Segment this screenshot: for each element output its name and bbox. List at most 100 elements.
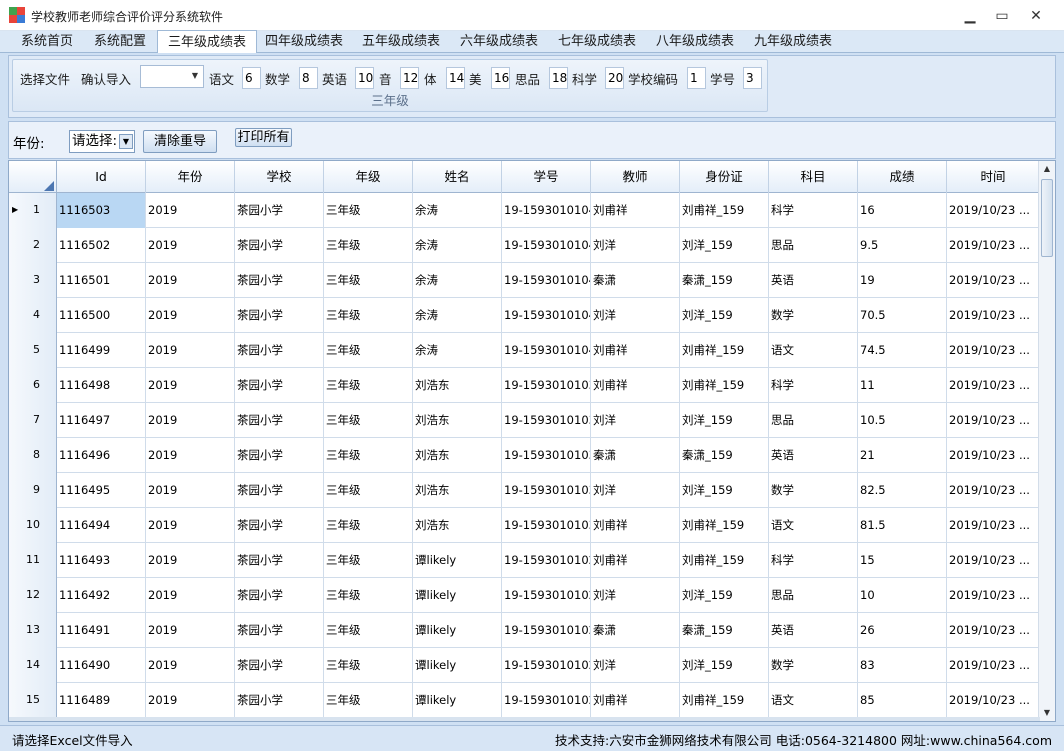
cell-school[interactable]: 茶园小学 xyxy=(235,228,324,263)
cell-id-card[interactable]: 刘洋_159 xyxy=(680,578,769,613)
field-input-science[interactable]: 20 xyxy=(605,67,624,89)
close-icon[interactable]: ✕ xyxy=(1024,6,1048,26)
cell-id-card[interactable]: 刘甫祥_159 xyxy=(680,508,769,543)
tab-grade7[interactable]: 七年级成绩表 xyxy=(548,31,646,53)
row-header[interactable]: ▶ 1 xyxy=(9,193,57,228)
cell-year[interactable]: 2019 xyxy=(146,298,235,333)
cell-id-card[interactable]: 秦潇_159 xyxy=(680,438,769,473)
cell-student-no[interactable]: 19-1593010102 xyxy=(502,543,591,578)
cell-subject[interactable]: 科学 xyxy=(769,193,858,228)
cell-id[interactable]: 1116499 xyxy=(57,333,146,368)
cell-student-no[interactable]: 19-1593010102 xyxy=(502,683,591,718)
column-header-score[interactable]: 成绩 xyxy=(858,161,947,193)
cell-subject[interactable]: 数学 xyxy=(769,473,858,508)
table-row[interactable]: 14 1116490 2019 茶园小学 三年级 谭likely 19-1593010102… xyxy=(9,648,1040,683)
column-header-time[interactable]: 时间 xyxy=(947,161,1040,193)
field-input-pe[interactable]: 14 xyxy=(446,67,465,89)
cell-score[interactable]: 82.5 xyxy=(858,473,947,508)
field-input-school-code[interactable]: 1 xyxy=(687,67,706,89)
cell-subject[interactable]: 科学 xyxy=(769,543,858,578)
cell-time[interactable]: 2019/10/23 ... xyxy=(947,648,1040,683)
cell-id[interactable]: 1116502 xyxy=(57,228,146,263)
cell-grade[interactable]: 三年级 xyxy=(324,613,413,648)
field-input-chinese[interactable]: 6 xyxy=(242,67,261,89)
tab-grade6[interactable]: 六年级成绩表 xyxy=(450,31,548,53)
field-input-ethics[interactable]: 18 xyxy=(549,67,568,89)
cell-subject[interactable]: 语文 xyxy=(769,683,858,718)
cell-student-no[interactable]: 19-1593010103 xyxy=(502,403,591,438)
select-file-button[interactable]: 选择文件 xyxy=(20,69,70,88)
cell-teacher[interactable]: 刘甫祥 xyxy=(591,333,680,368)
cell-name[interactable]: 刘浩东 xyxy=(413,403,502,438)
row-header[interactable]: 4 xyxy=(9,298,57,333)
cell-school[interactable]: 茶园小学 xyxy=(235,613,324,648)
cell-time[interactable]: 2019/10/23 ... xyxy=(947,228,1040,263)
cell-subject[interactable]: 英语 xyxy=(769,438,858,473)
cell-score[interactable]: 15 xyxy=(858,543,947,578)
cell-school[interactable]: 茶园小学 xyxy=(235,298,324,333)
cell-student-no[interactable]: 19-1593010103 xyxy=(502,438,591,473)
column-header-grade[interactable]: 年级 xyxy=(324,161,413,193)
cell-subject[interactable]: 英语 xyxy=(769,613,858,648)
cell-id[interactable]: 1116496 xyxy=(57,438,146,473)
table-row[interactable]: ▶ 1 1116503 2019 茶园小学 三年级 余涛 19-1593010104 刘甫祥 刘甫… xyxy=(9,193,1040,228)
cell-school[interactable]: 茶园小学 xyxy=(235,508,324,543)
cell-teacher[interactable]: 刘洋 xyxy=(591,403,680,438)
cell-id-card[interactable]: 刘甫祥_159 xyxy=(680,683,769,718)
scores-grid[interactable]: Id 年份 学校 年级 姓名 学号 教师 身份证 科目 成绩 时间 ▶ 1 1116503 2019 茶园小… xyxy=(8,160,1056,722)
horizontal-scrollbar[interactable] xyxy=(9,717,1040,721)
tab-grade9[interactable]: 九年级成绩表 xyxy=(744,31,842,53)
cell-school[interactable]: 茶园小学 xyxy=(235,193,324,228)
cell-id-card[interactable]: 刘洋_159 xyxy=(680,648,769,683)
cell-name[interactable]: 余涛 xyxy=(413,298,502,333)
field-input-art[interactable]: 16 xyxy=(491,67,510,89)
cell-id[interactable]: 1116493 xyxy=(57,543,146,578)
cell-id[interactable]: 1116490 xyxy=(57,648,146,683)
cell-time[interactable]: 2019/10/23 ... xyxy=(947,368,1040,403)
table-row[interactable]: 13 1116491 2019 茶园小学 三年级 谭likely 19-1593010102… xyxy=(9,613,1040,648)
row-header[interactable]: 9 xyxy=(9,473,57,508)
cell-teacher[interactable]: 秦潇 xyxy=(591,613,680,648)
row-header[interactable]: 8 xyxy=(9,438,57,473)
cell-name[interactable]: 余涛 xyxy=(413,193,502,228)
cell-teacher[interactable]: 刘洋 xyxy=(591,298,680,333)
cell-id[interactable]: 1116498 xyxy=(57,368,146,403)
cell-school[interactable]: 茶园小学 xyxy=(235,683,324,718)
cell-year[interactable]: 2019 xyxy=(146,683,235,718)
cell-year[interactable]: 2019 xyxy=(146,193,235,228)
cell-time[interactable]: 2019/10/23 ... xyxy=(947,193,1040,228)
column-header-year[interactable]: 年份 xyxy=(146,161,235,193)
column-header-student-no[interactable]: 学号 xyxy=(502,161,591,193)
cell-teacher[interactable]: 刘甫祥 xyxy=(591,193,680,228)
tab-grade8[interactable]: 八年级成绩表 xyxy=(646,31,744,53)
column-header-name[interactable]: 姓名 xyxy=(413,161,502,193)
cell-name[interactable]: 刘浩东 xyxy=(413,473,502,508)
year-select[interactable]: 请选择: ▼ xyxy=(69,130,135,153)
row-header[interactable]: 2 xyxy=(9,228,57,263)
row-header[interactable]: 13 xyxy=(9,613,57,648)
scroll-up-icon[interactable]: ▲ xyxy=(1039,161,1055,177)
column-header-id-card[interactable]: 身份证 xyxy=(680,161,769,193)
cell-score[interactable]: 74.5 xyxy=(858,333,947,368)
cell-subject[interactable]: 思品 xyxy=(769,578,858,613)
cell-subject[interactable]: 科学 xyxy=(769,368,858,403)
cell-score[interactable]: 9.5 xyxy=(858,228,947,263)
cell-id-card[interactable]: 刘洋_159 xyxy=(680,228,769,263)
column-header-school[interactable]: 学校 xyxy=(235,161,324,193)
cell-school[interactable]: 茶园小学 xyxy=(235,578,324,613)
cell-name[interactable]: 刘浩东 xyxy=(413,438,502,473)
cell-year[interactable]: 2019 xyxy=(146,368,235,403)
cell-id[interactable]: 1116500 xyxy=(57,298,146,333)
grid-corner[interactable] xyxy=(9,161,57,193)
cell-teacher[interactable]: 刘甫祥 xyxy=(591,508,680,543)
cell-subject[interactable]: 思品 xyxy=(769,403,858,438)
cell-year[interactable]: 2019 xyxy=(146,473,235,508)
cell-time[interactable]: 2019/10/23 ... xyxy=(947,438,1040,473)
tab-home[interactable]: 系统首页 xyxy=(11,31,83,53)
cell-score[interactable]: 10 xyxy=(858,578,947,613)
tab-grade5[interactable]: 五年级成绩表 xyxy=(352,31,450,53)
cell-grade[interactable]: 三年级 xyxy=(324,298,413,333)
cell-time[interactable]: 2019/10/23 ... xyxy=(947,333,1040,368)
cell-year[interactable]: 2019 xyxy=(146,438,235,473)
cell-year[interactable]: 2019 xyxy=(146,228,235,263)
